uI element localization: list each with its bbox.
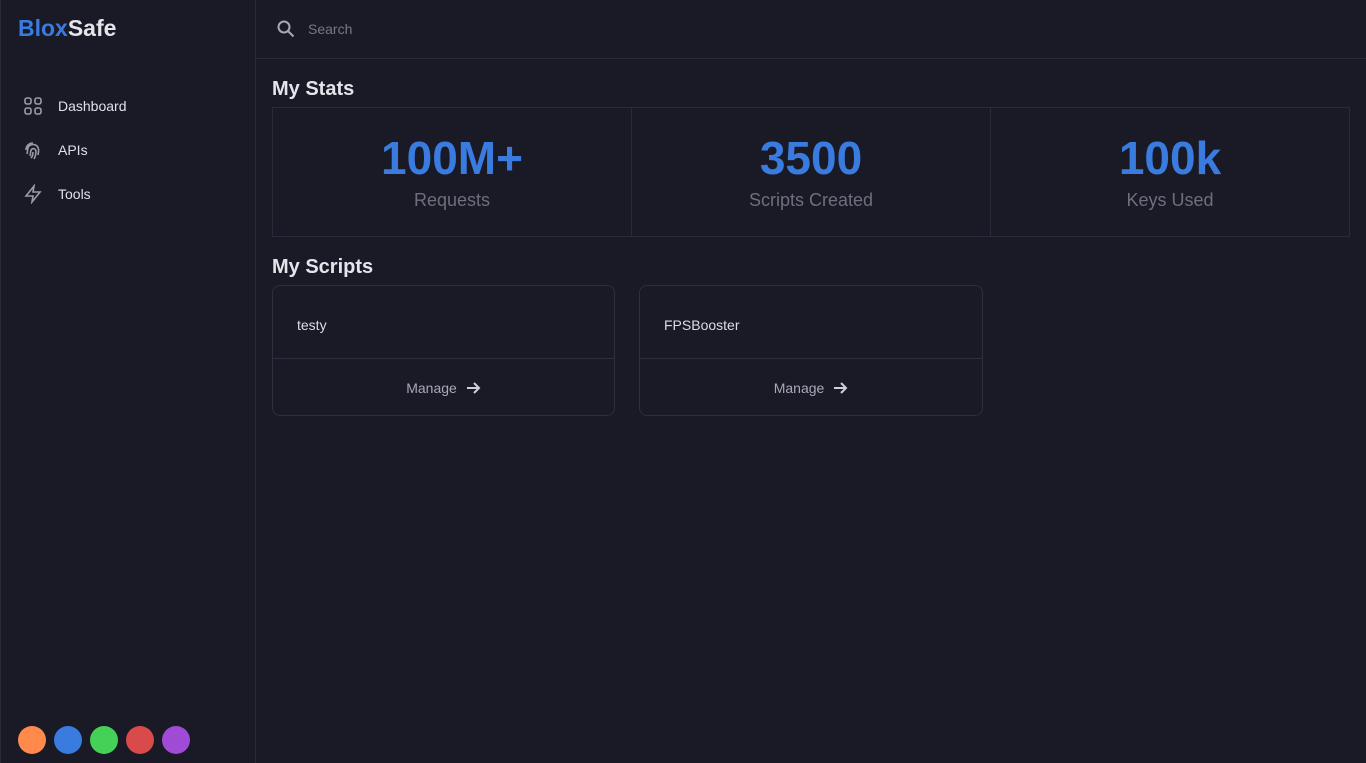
theme-green[interactable]: [90, 726, 118, 754]
sidebar-item-apis[interactable]: APIs: [23, 128, 127, 172]
stats-panel: 100M+ Requests 3500 Scripts Created 100k Ke…: [272, 107, 1350, 237]
stat-value: 3500: [759, 132, 863, 184]
manage-button[interactable]: Manage: [273, 359, 614, 416]
stat-value: 100k: [1118, 132, 1222, 184]
script-name: FPSBooster: [640, 286, 982, 359]
manage-button[interactable]: Manage: [640, 359, 982, 416]
manage-label: Manage: [773, 379, 825, 396]
stat-scripts: 3500 Scripts Created: [632, 108, 991, 236]
fingerprint-icon: [25, 142, 40, 160]
theme-orange[interactable]: [18, 726, 46, 754]
grid-icon: [24, 97, 42, 115]
sidebar-item-tools[interactable]: Tools: [23, 172, 127, 216]
arrow-right-icon: [834, 381, 848, 394]
theme-picker: [18, 726, 190, 754]
theme-blue[interactable]: [54, 726, 82, 754]
logo[interactable]: BloxSafe: [18, 15, 116, 42]
sidebar: BloxSafe Dashboard APIs Tools: [0, 0, 256, 763]
sidebar-nav: Dashboard APIs Tools: [23, 84, 127, 216]
logo-part2: Safe: [67, 15, 117, 41]
sidebar-item-label: Dashboard: [58, 98, 127, 114]
sidebar-item-dashboard[interactable]: Dashboard: [23, 84, 127, 128]
stat-value: 100M+: [381, 132, 523, 184]
script-name: testy: [273, 286, 614, 359]
stat-label: Keys Used: [1126, 190, 1214, 210]
sidebar-item-label: Tools: [58, 186, 91, 202]
stat-keys: 100k Keys Used: [991, 108, 1349, 236]
theme-red[interactable]: [126, 726, 154, 754]
bolt-icon: [24, 184, 42, 204]
arrow-right-icon: [466, 381, 481, 394]
search-input[interactable]: [308, 21, 708, 37]
script-card: FPSBooster Manage: [639, 285, 983, 416]
stat-requests: 100M+ Requests: [273, 108, 632, 236]
script-card: testy Manage: [272, 285, 615, 416]
search-icon: [277, 20, 295, 38]
manage-label: Manage: [406, 379, 457, 396]
stats-title: My Stats: [272, 78, 355, 100]
stat-label: Scripts Created: [748, 190, 874, 210]
scripts-title: My Scripts: [272, 256, 374, 278]
logo-part1: Blox: [18, 15, 68, 41]
theme-purple[interactable]: [162, 726, 190, 754]
sidebar-item-label: APIs: [58, 142, 88, 158]
stat-label: Requests: [413, 190, 491, 210]
topbar: [256, 0, 1366, 59]
